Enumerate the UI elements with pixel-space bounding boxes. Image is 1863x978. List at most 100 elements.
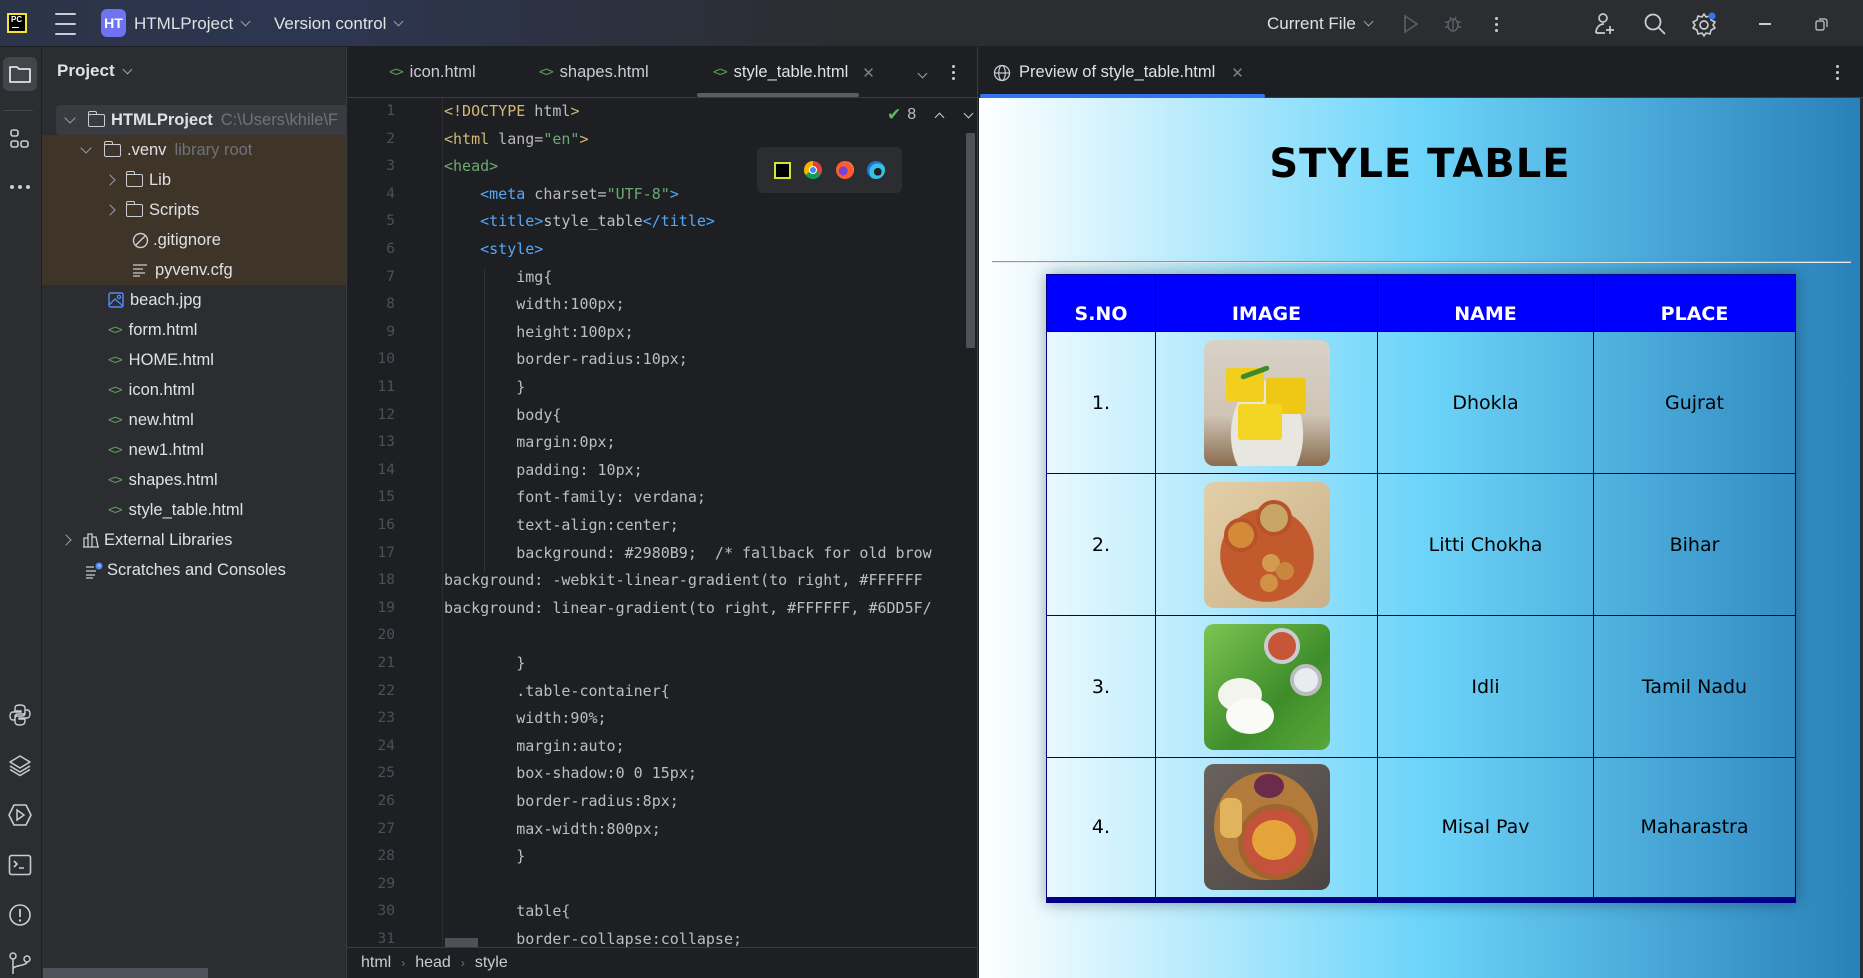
services-layers-button[interactable]: [3, 748, 37, 782]
tree-item-label: new1.html: [128, 440, 204, 459]
main-menu-button[interactable]: [54, 0, 76, 47]
project-tool-button[interactable]: [3, 57, 37, 91]
tree-item-form-html[interactable]: <> form.html: [42, 315, 346, 345]
next-highlight-icon[interactable]: [963, 108, 974, 118]
layers-icon: [9, 755, 31, 777]
code-line: <style>: [480, 240, 544, 258]
tree-item-scripts[interactable]: Scripts: [42, 195, 346, 225]
firefox-icon[interactable]: [835, 161, 854, 179]
project-switcher[interactable]: HTMLProject: [134, 0, 251, 47]
tree-item-style-table-html[interactable]: <> style_table.html: [42, 495, 346, 525]
project-badge[interactable]: HT: [101, 9, 126, 37]
tab-list-dropdown[interactable]: [917, 64, 928, 82]
code-line: height:100px;: [444, 322, 634, 341]
tab-icon-html[interactable]: <> icon.html: [389, 47, 476, 98]
chevron-right-icon[interactable]: [104, 204, 116, 216]
editor-vertical-scrollbar[interactable]: [966, 133, 975, 348]
tree-item-lib[interactable]: Lib: [42, 165, 346, 195]
chevron-down-icon[interactable]: [80, 142, 92, 154]
pycharm-logo-icon[interactable]: PC: [7, 13, 27, 33]
play-icon: [1404, 14, 1419, 34]
table-row: 3. Idli Tamil Nadu: [1046, 615, 1796, 758]
breadcrumb-item[interactable]: style: [475, 954, 508, 972]
minimize-button[interactable]: [1751, 10, 1779, 38]
tree-item-home-html[interactable]: <> HOME.html: [42, 345, 346, 375]
html-file-icon: <>: [389, 65, 404, 80]
code-line: max-width:800px;: [444, 819, 661, 838]
tab-preview[interactable]: Preview of style_table.html ✕: [993, 47, 1244, 98]
run-config-selector[interactable]: Current File: [1267, 0, 1374, 47]
warning-circle-icon: [9, 904, 31, 926]
tree-item-label: HTMLProject: [111, 110, 213, 129]
tree-item-new-html[interactable]: <> new.html: [42, 405, 346, 435]
tree-item-label: .gitignore: [153, 230, 221, 249]
line-number: 17: [377, 544, 395, 561]
terminal-button[interactable]: [3, 848, 37, 882]
tab-shapes-html[interactable]: <> shapes.html: [539, 47, 649, 98]
code-line: body{: [444, 405, 562, 424]
chevron-right-icon[interactable]: [60, 534, 72, 546]
scratches-icon: [86, 562, 103, 579]
close-tab-icon[interactable]: ✕: [1231, 64, 1244, 82]
line-number: 13: [377, 434, 395, 451]
code-line: <!DOCTYPE html>: [444, 102, 580, 120]
strip-divider: [3, 110, 33, 111]
line-number: 16: [377, 517, 395, 533]
chevron-right-icon[interactable]: [104, 174, 116, 186]
bug-icon: [1445, 16, 1461, 32]
git-button[interactable]: [3, 947, 37, 978]
line-number: 29: [377, 875, 395, 892]
chrome-icon[interactable]: [804, 161, 823, 179]
settings-button[interactable]: [1690, 10, 1718, 38]
tab-label: style_table.html: [733, 63, 849, 81]
line-number: 10: [377, 351, 395, 368]
folder-icon: [125, 170, 143, 187]
editor-tab-options-icon[interactable]: [952, 65, 955, 80]
pycharm-browser-icon[interactable]: [773, 161, 791, 179]
tab-style-table-html[interactable]: <> style_table.html ✕: [713, 47, 875, 98]
tree-item-beach-jpg[interactable]: beach.jpg: [42, 285, 346, 315]
more-actions-icon[interactable]: [1494, 14, 1498, 34]
more-tools-button[interactable]: [3, 170, 37, 204]
structure-tool-button[interactable]: [3, 122, 37, 156]
tree-item-label: new.html: [128, 410, 194, 429]
folder-icon: [125, 200, 143, 217]
debug-button[interactable]: [1439, 10, 1467, 38]
python-packages-button[interactable]: [3, 698, 37, 732]
code-with-me-button[interactable]: [1591, 10, 1619, 38]
restore-button[interactable]: [1808, 10, 1836, 38]
code-line: box-shadow:0 0 15px;: [444, 764, 697, 783]
problems-button[interactable]: [3, 898, 37, 932]
inspection-widget[interactable]: ✔ 8: [887, 105, 974, 125]
line-number: 20: [377, 627, 395, 644]
edge-icon[interactable]: [867, 161, 886, 179]
preview-options-icon[interactable]: [1836, 65, 1839, 80]
tree-item-htmlproject[interactable]: HTMLProject C:\Users\khile\F: [56, 105, 346, 135]
project-panel-title: Project: [57, 61, 115, 80]
tree-item-pyvenv-cfg[interactable]: pyvenv.cfg: [42, 255, 346, 285]
close-tab-icon[interactable]: ✕: [862, 64, 875, 82]
code-line: border-radius:8px;: [444, 792, 679, 810]
run-tool-button[interactable]: [3, 798, 37, 832]
search-everywhere-button[interactable]: [1641, 10, 1669, 38]
chevron-down-icon: [240, 16, 251, 27]
run-button[interactable]: [1397, 10, 1425, 38]
tree-item-venv[interactable]: .venv library root: [42, 135, 346, 165]
header-place: PLACE: [1593, 274, 1796, 332]
breadcrumb-item[interactable]: html: [361, 954, 391, 972]
tree-item-gitignore[interactable]: .gitignore: [42, 225, 346, 255]
previous-highlight-icon[interactable]: [934, 112, 945, 123]
tree-item-scratches[interactable]: Scratches and Consoles: [42, 555, 346, 585]
line-number: 23: [377, 710, 395, 727]
tree-item-shapes-html[interactable]: <> shapes.html: [42, 465, 346, 495]
project-view-selector[interactable]: Project: [57, 61, 133, 81]
breadcrumb-item[interactable]: head: [415, 954, 451, 972]
project-horizontal-scrollbar[interactable]: [43, 968, 208, 978]
code-line: padding: 10px;: [444, 460, 643, 479]
version-control-menu[interactable]: Version control: [274, 0, 404, 47]
cell-sno: 4.: [1046, 757, 1156, 900]
tree-item-icon-html[interactable]: <> icon.html: [42, 375, 346, 405]
tree-item-new1-html[interactable]: <> new1.html: [42, 435, 346, 465]
tree-item-external-libraries[interactable]: External Libraries: [42, 525, 346, 555]
chevron-down-icon[interactable]: [64, 112, 76, 124]
